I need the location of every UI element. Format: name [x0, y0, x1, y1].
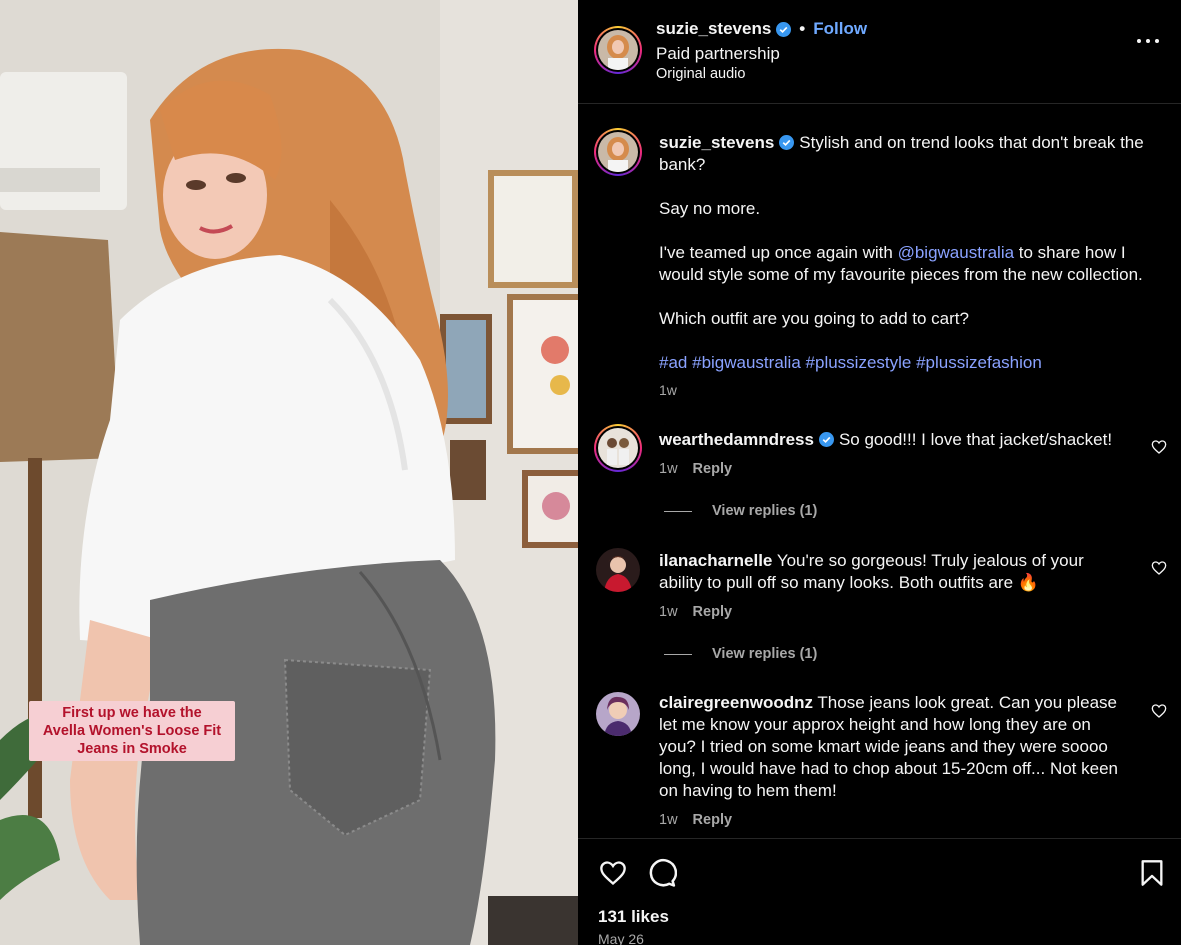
commenter-avatar-image [596, 548, 640, 592]
hashtag-link[interactable]: #ad [659, 353, 687, 372]
view-replies-label: View replies (1) [712, 646, 818, 662]
commenter-username[interactable]: wearthedamndress [659, 430, 814, 449]
comment-text: So good!!! I love that jacket/shacket! [838, 430, 1113, 449]
hashtag-link[interactable]: #plussizefashion [916, 353, 1042, 372]
hashtag-link[interactable]: #bigwaustralia [692, 353, 801, 372]
comment-time[interactable]: 1w [659, 604, 678, 620]
verified-badge-icon [779, 135, 795, 150]
caption-line: I've teamed up once again with [659, 243, 898, 262]
commenter-avatar-image [596, 692, 640, 736]
caption-username[interactable]: suzie_stevens [659, 133, 774, 152]
caption-time[interactable]: 1w [659, 382, 677, 398]
reply-button[interactable]: Reply [693, 461, 733, 477]
reply-button[interactable]: Reply [693, 604, 733, 620]
caption-avatar-image [598, 132, 638, 172]
verified-badge-icon [776, 21, 792, 37]
mention-link[interactable]: @bigwaustralia [898, 243, 1014, 262]
author-avatar[interactable] [594, 26, 642, 74]
video-caption-sticker: First up we have the Avella Women's Loos… [29, 701, 235, 761]
caption-line: Say no more. [659, 199, 761, 218]
post-header: suzie_stevens • Follow Paid partnership … [578, 0, 1181, 104]
post-media[interactable]: First up we have the Avella Women's Loos… [0, 0, 578, 945]
author-avatar-image [598, 30, 638, 70]
commenter-avatar[interactable] [596, 548, 640, 592]
like-comment-heart-icon[interactable] [1151, 703, 1167, 719]
sticker-line: Avella Women's Loose Fit [42, 723, 222, 739]
reply-button[interactable]: Reply [693, 812, 733, 828]
view-replies-button[interactable]: View replies (1) [664, 503, 817, 519]
commenter-avatar-image [598, 428, 638, 468]
more-options-icon[interactable] [1137, 36, 1159, 46]
follow-button[interactable]: Follow [813, 19, 867, 39]
comment-time[interactable]: 1w [659, 812, 678, 828]
sticker-line: Jeans in Smoke [77, 741, 187, 757]
author-username[interactable]: suzie_stevens [656, 19, 771, 39]
comment-bubble-icon[interactable] [647, 858, 677, 888]
view-replies-label: View replies (1) [712, 503, 818, 519]
post-photo [0, 0, 578, 945]
separator-dot: • [799, 19, 806, 38]
view-replies-button[interactable]: View replies (1) [664, 646, 817, 662]
commenter-avatar[interactable] [594, 424, 642, 472]
post-details-panel: suzie_stevens • Follow Paid partnership … [578, 0, 1181, 945]
post-date[interactable]: May 26 [598, 931, 644, 945]
likes-count[interactable]: 131 likes [598, 907, 669, 927]
paid-partnership-label[interactable]: Paid partnership [656, 44, 780, 64]
verified-badge-icon [818, 432, 834, 447]
save-bookmark-icon[interactable] [1140, 859, 1164, 887]
commenter-username[interactable]: ilanacharnelle [659, 551, 772, 570]
post-actions-footer: 131 likes May 26 [578, 838, 1181, 945]
like-heart-icon[interactable] [598, 859, 628, 887]
audio-label[interactable]: Original audio [656, 66, 745, 82]
like-comment-heart-icon[interactable] [1151, 560, 1167, 576]
hashtag-link[interactable]: #plussizestyle [806, 353, 912, 372]
caption-line: Which outfit are you going to add to car… [659, 309, 969, 328]
comment-time[interactable]: 1w [659, 461, 678, 477]
commenter-username[interactable]: clairegreenwoodnz [659, 693, 813, 712]
commenter-avatar[interactable] [596, 692, 640, 736]
sticker-line: First up we have the [62, 705, 202, 721]
caption-avatar[interactable] [594, 128, 642, 176]
like-comment-heart-icon[interactable] [1151, 439, 1167, 455]
